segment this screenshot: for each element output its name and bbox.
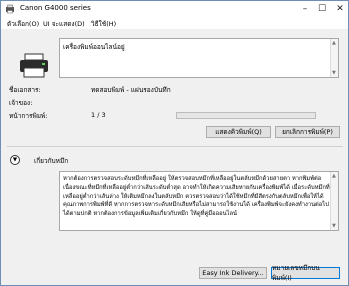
chevron-down-icon: ▼: [12, 157, 18, 163]
minimize-button[interactable]: –: [297, 1, 313, 17]
printer-app-icon: [6, 4, 14, 14]
document-name-value: ทดสอบพิมพ์ - แผ่นรองบันทึก: [91, 86, 171, 94]
document-name-label: ชื่อเอกสาร:: [9, 86, 41, 94]
menu-view[interactable]: UI จะแสดง(D): [43, 19, 85, 29]
status-scrollbar[interactable]: ▲ ▼: [330, 39, 338, 77]
menu-help[interactable]: วิธีใช้(H): [91, 19, 116, 29]
printer-icon: [20, 53, 48, 78]
close-icon: ✕: [336, 4, 344, 14]
bottom-button-bar: Easy Ink Delivery... หมายเลขหมึกบนพิมพ์(…: [1, 263, 348, 285]
scroll-down-icon[interactable]: ▼: [332, 223, 336, 229]
divider: [7, 146, 343, 147]
scroll-down-icon[interactable]: ▼: [332, 70, 336, 76]
owner-label: เจ้าของ:: [9, 99, 33, 107]
printing-page-value: 1 / 3: [91, 111, 106, 119]
cancel-printing-button[interactable]: ยกเลิกการพิมพ์(P): [275, 126, 340, 138]
collapse-guide-button[interactable]: ▼: [10, 155, 20, 165]
menu-options[interactable]: ตัวเลือก(O): [7, 19, 39, 29]
ink-model-number-button[interactable]: หมายเลขหมึกบนพิมพ์(I): [271, 264, 340, 282]
printing-page-label: หน้าการพิมพ์:: [9, 112, 48, 120]
title-bar: Canon G4000 series – ☐ ✕: [1, 1, 348, 17]
easy-ink-delivery-button[interactable]: Easy Ink Delivery...: [199, 267, 267, 279]
status-message: เครื่องพิมพ์ออนไลน์อยู่: [63, 43, 125, 51]
scroll-up-icon[interactable]: ▲: [332, 40, 336, 46]
close-button[interactable]: ✕: [332, 1, 348, 17]
ink-guide-label: เกี่ยวกับหมึก: [34, 157, 69, 165]
maximize-icon: ☐: [317, 4, 327, 14]
printer-status-window: Canon G4000 series – ☐ ✕ ตัวเลือก(O) UI …: [0, 0, 349, 286]
status-message-box: เครื่องพิมพ์ออนไลน์อยู่ ▲ ▼: [59, 38, 339, 78]
ink-guide-text: หากต้องการตรวจสอบระดับหมึกที่เหลืออยู่ ใ…: [63, 176, 330, 218]
guide-scrollbar[interactable]: ▲ ▼: [330, 172, 338, 230]
ink-guide-box: หากต้องการตรวจสอบระดับหมึกที่เหลืออยู่ ใ…: [59, 171, 339, 231]
minimize-icon: –: [302, 4, 308, 14]
menu-bar: ตัวเลือก(O) UI จะแสดง(D) วิธีใช้(H): [1, 17, 348, 29]
window-title: Canon G4000 series: [20, 4, 91, 12]
print-progress-bar: [176, 112, 316, 119]
maximize-button[interactable]: ☐: [314, 1, 330, 17]
scroll-up-icon[interactable]: ▲: [332, 173, 336, 179]
display-print-queue-button[interactable]: แสดงคิวพิมพ์(Q): [206, 126, 271, 138]
